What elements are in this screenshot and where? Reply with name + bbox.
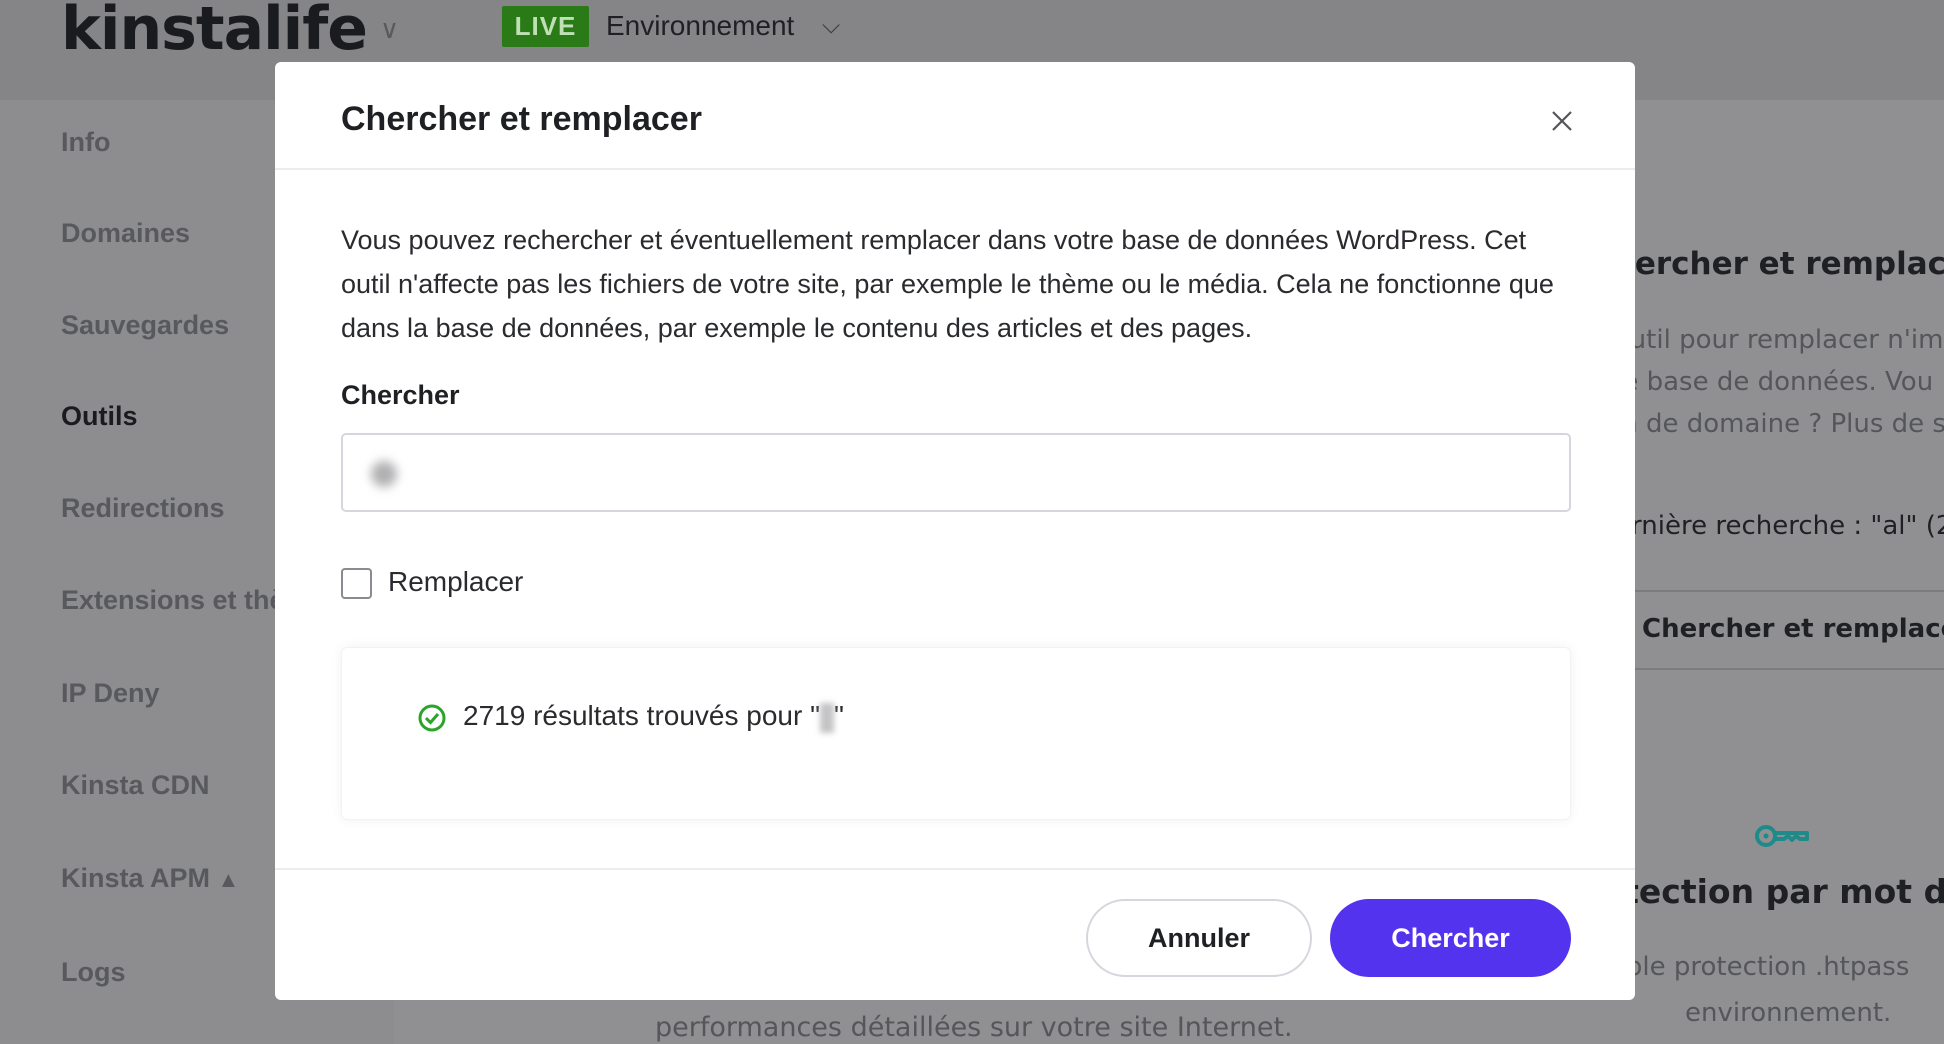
site-switch-chevron-icon[interactable]: ∨ xyxy=(380,14,399,45)
modal-title: Chercher et remplacer xyxy=(341,100,702,138)
bg-section-heading: Chercher et remplacer xyxy=(1590,246,1944,282)
sidebar-item-sauvegardes[interactable]: Sauvegardes xyxy=(61,310,229,341)
sidebar-item-domaines[interactable]: Domaines xyxy=(61,218,190,249)
sidebar-item-info[interactable]: Info xyxy=(61,127,110,158)
modal-description: Vous pouvez rechercher et éventuellement… xyxy=(341,225,1554,343)
redacted-value xyxy=(371,461,397,487)
site-logo: kinstalife xyxy=(61,0,368,64)
flask-icon: ▲ xyxy=(217,867,240,892)
search-replace-modal: Chercher et remplacer Vous pouvez recher… xyxy=(275,62,1635,1000)
replace-checkbox[interactable] xyxy=(341,568,372,599)
sidebar-item-logs[interactable]: Logs xyxy=(61,957,126,988)
sidebar-item-redirections[interactable]: Redirections xyxy=(61,493,225,524)
check-circle-icon xyxy=(418,704,446,732)
sidebar-item-kinsta-apm[interactable]: Kinsta APM ▲ xyxy=(61,863,239,894)
chevron-down-icon[interactable]: ⌵ xyxy=(822,12,840,40)
bg-text-line: environnement. xyxy=(1685,998,1892,1028)
close-icon[interactable] xyxy=(1547,106,1577,136)
environment-select[interactable]: Environnement xyxy=(606,10,794,42)
bg-last-search: Dernière recherche : "al" (27 xyxy=(1595,511,1944,541)
result-quote: " xyxy=(834,700,844,731)
cancel-button[interactable]: Annuler xyxy=(1086,899,1312,977)
search-button[interactable]: Chercher xyxy=(1330,899,1571,977)
result-panel: 2719 résultats trouvés pour " " xyxy=(341,647,1571,820)
result-message: 2719 résultats trouvés pour " " xyxy=(463,700,844,733)
bg-search-replace-button[interactable]: Chercher et remplacer xyxy=(1642,614,1944,644)
result-text: 2719 résultats trouvés pour " xyxy=(463,700,821,731)
live-badge: LIVE xyxy=(502,6,589,47)
redacted-term xyxy=(820,702,835,733)
sidebar-item-ip-deny[interactable]: IP Deny xyxy=(61,678,160,709)
sidebar-item-kinsta-cdn[interactable]: Kinsta CDN xyxy=(61,770,210,801)
search-input[interactable] xyxy=(341,433,1571,512)
bg-bottom-text: performances détaillées sur votre site I… xyxy=(655,1012,1293,1043)
sidebar-item-label: Kinsta APM xyxy=(61,863,211,893)
search-label: Chercher xyxy=(341,380,460,410)
key-icon xyxy=(1755,825,1809,847)
modal-footer: Annuler Chercher xyxy=(275,868,1635,1000)
modal-header: Chercher et remplacer xyxy=(275,62,1635,170)
sidebar-item-extensions[interactable]: Extensions et thè xyxy=(61,585,285,616)
replace-label[interactable]: Remplacer xyxy=(388,566,523,598)
sidebar-item-outils[interactable]: Outils xyxy=(61,401,138,432)
